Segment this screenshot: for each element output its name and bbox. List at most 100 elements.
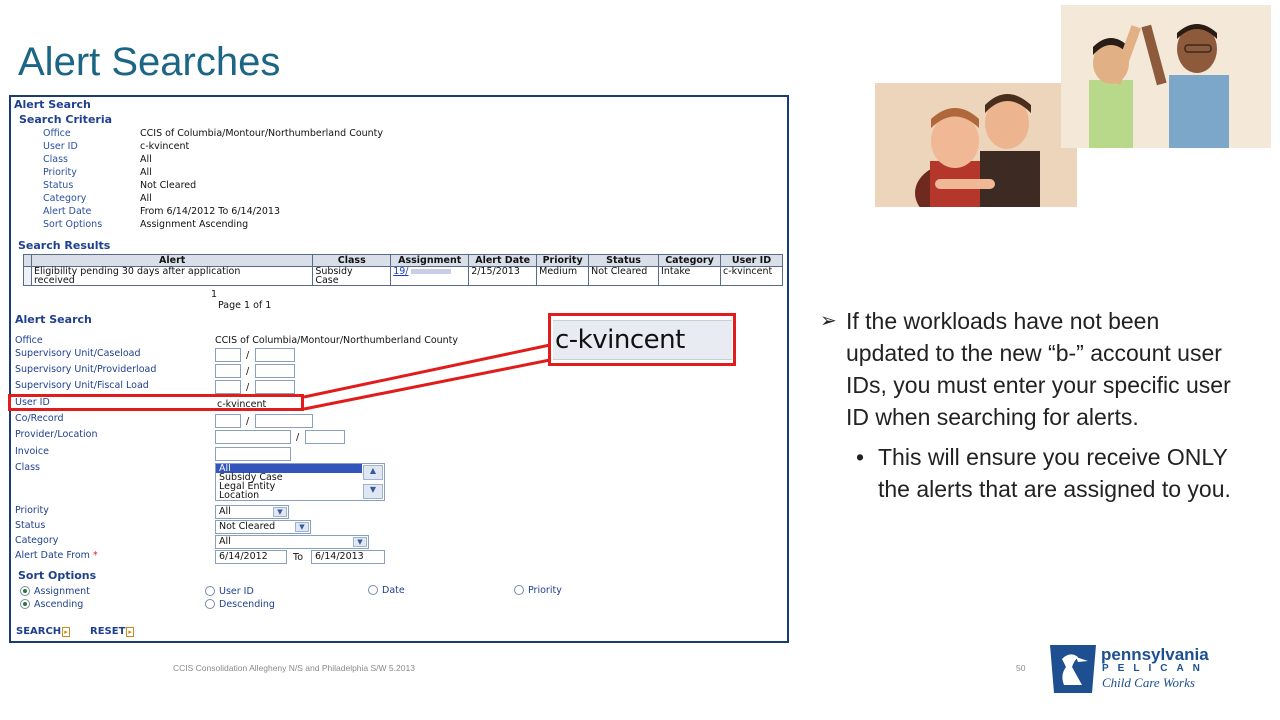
chevron-down-icon[interactable]: ▼ (353, 537, 367, 547)
invoice-input[interactable] (215, 447, 291, 461)
class-listbox[interactable]: All Subsidy Case Legal Entity Location ▲… (215, 463, 385, 501)
criteria-label: User ID (43, 141, 78, 152)
date-to-label: To (293, 552, 304, 563)
pager-page-link[interactable]: 1 (211, 289, 217, 300)
assignment-link[interactable]: 19/ (393, 266, 408, 277)
slide-title: Alert Searches (18, 40, 281, 84)
sort-descending-radio[interactable] (205, 599, 215, 609)
search-button[interactable]: SEARCH ▸ (16, 626, 70, 637)
reset-button[interactable]: RESET ▸ (90, 626, 134, 637)
office-label: Office (15, 335, 43, 346)
chevron-down-icon[interactable]: ▼ (273, 507, 287, 517)
invoice-label: Invoice (15, 446, 49, 457)
table-header[interactable]: User ID (719, 254, 784, 267)
redacted-value (410, 269, 451, 274)
category-select-value: All (219, 536, 231, 547)
sup-fiscal-input[interactable] (255, 380, 295, 394)
children-photo-left (875, 83, 1077, 207)
table-header[interactable]: Alert Date (468, 254, 538, 267)
sort-priority-label: Priority (528, 585, 562, 596)
table-cell: Intake (658, 266, 721, 286)
scroll-down-icon[interactable]: ▼ (363, 484, 383, 499)
children-photo-right (1061, 5, 1271, 148)
sort-date-radio[interactable] (368, 585, 378, 595)
sort-options-title: Sort Options (18, 569, 97, 582)
pager-text: Page 1 of 1 (218, 300, 272, 311)
criteria-value: Not Cleared (140, 180, 197, 191)
criteria-value: Assignment Ascending (140, 219, 249, 230)
footer-text: CCIS Consolidation Allegheny N/S and Phi… (173, 663, 415, 673)
table-cell: Subsidy Case (312, 266, 392, 286)
sort-ascending-label: Ascending (34, 599, 84, 610)
criteria-value: All (140, 154, 152, 165)
table-header-edge (23, 254, 32, 267)
sup-caseload-unit-input[interactable] (215, 348, 241, 362)
table-header[interactable]: Assignment (390, 254, 470, 267)
sup-caseload-input[interactable] (255, 348, 295, 362)
required-mark: * (92, 550, 98, 561)
bullet-sub-text: This will ensure you receive ONLY the al… (878, 444, 1231, 502)
slash: / (246, 366, 250, 377)
search-arrow-icon: ▸ (62, 627, 70, 637)
children-photo-left-illustration (875, 83, 1077, 207)
provider-input[interactable] (215, 430, 291, 444)
slash: / (296, 432, 300, 443)
sort-assignment-radio[interactable] (20, 586, 30, 596)
bullet-main: ➢ If the workloads have not been updated… (820, 305, 1240, 433)
sup-provider-input[interactable] (255, 364, 295, 378)
reset-arrow-icon: ▸ (126, 627, 134, 637)
table-header[interactable]: Category (658, 254, 721, 267)
children-photo-right-illustration (1061, 5, 1271, 148)
sup-caseload-label: Supervisory Unit/Caseload (15, 348, 141, 359)
county-input[interactable] (215, 414, 241, 428)
alert-search-screenshot: Alert Search Search Criteria Office CCIS… (9, 95, 789, 643)
office-value: CCIS of Columbia/Montour/Northumberland … (215, 335, 459, 346)
table-header[interactable]: Class (312, 254, 392, 267)
sort-userid-radio[interactable] (205, 586, 215, 596)
sort-ascending-radio[interactable] (20, 599, 30, 609)
corecord-label: Co/Record (15, 413, 64, 424)
scroll-up-icon[interactable]: ▲ (363, 465, 383, 480)
record-input[interactable] (255, 414, 313, 428)
logo-text-line1: pennsylvania (1101, 645, 1209, 664)
zoom-callout: c-kvincent (548, 313, 736, 366)
table-header[interactable]: Priority (536, 254, 590, 267)
table-header[interactable]: Status (588, 254, 660, 267)
status-label: Status (15, 520, 46, 531)
results-title: Search Results (18, 239, 111, 252)
criteria-label: Alert Date (43, 206, 92, 217)
criteria-label: Office (43, 128, 71, 139)
date-to-input[interactable]: 6/14/2013 (311, 550, 385, 564)
criteria-label: Status (43, 180, 74, 191)
date-from-input[interactable]: 6/14/2012 (215, 550, 287, 564)
table-header[interactable]: Alert (30, 254, 314, 267)
category-label: Category (15, 535, 59, 546)
arrow-bullet-icon: ➢ (820, 310, 837, 332)
logo-text-line2: PELICAN (1102, 663, 1209, 674)
sort-assignment-label: Assignment (34, 586, 90, 597)
sup-fiscal-label: Supervisory Unit/Fiscal Load (15, 380, 149, 391)
sup-fiscal-unit-input[interactable] (215, 380, 241, 394)
status-select[interactable]: Not Cleared ▼ (215, 520, 311, 534)
priority-select[interactable]: All ▼ (215, 505, 289, 519)
criteria-value: All (140, 167, 152, 178)
results-table: Alert Class Assignment Alert Date Priori… (23, 254, 784, 286)
class-option[interactable]: Location (216, 491, 384, 500)
criteria-label: Sort Options (43, 219, 103, 230)
class-label: Class (15, 462, 40, 473)
form-title: Alert Search (15, 313, 92, 326)
table-cell-edge (23, 266, 32, 286)
chevron-down-icon[interactable]: ▼ (295, 522, 309, 532)
sup-provider-unit-input[interactable] (215, 364, 241, 378)
bullet-list: ➢ If the workloads have not been updated… (820, 305, 1240, 505)
table-cell: Eligibility pending 30 days after applic… (30, 266, 314, 286)
location-input[interactable] (305, 430, 345, 444)
slash: / (246, 382, 250, 393)
category-select[interactable]: All ▼ (215, 535, 369, 549)
sort-priority-radio[interactable] (514, 585, 524, 595)
pa-pelican-logo: pennsylvania PELICAN Child Care Works (1048, 643, 1228, 693)
criteria-value: CCIS of Columbia/Montour/Northumberland … (140, 128, 384, 139)
slash: / (246, 350, 250, 361)
table-cell: Not Cleared (588, 266, 660, 286)
criteria-title: Search Criteria (19, 113, 113, 126)
